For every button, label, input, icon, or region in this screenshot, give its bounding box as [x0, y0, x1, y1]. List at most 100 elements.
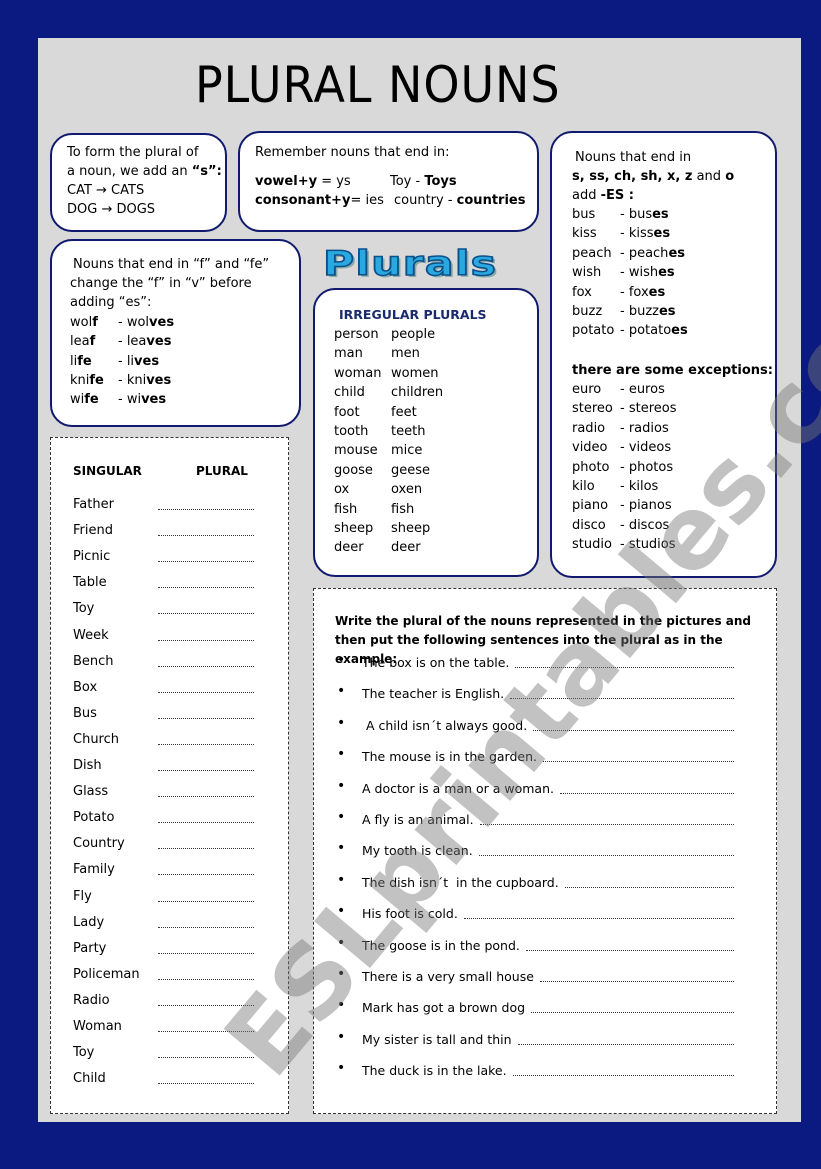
singular-word: Glass [73, 784, 109, 800]
singular-word: Week [73, 627, 109, 643]
answer-blank[interactable] [158, 603, 254, 615]
answer-blank[interactable] [540, 971, 734, 982]
answer-blank[interactable] [526, 940, 734, 951]
answer-blank[interactable] [565, 877, 734, 888]
singular-word: photo [572, 459, 610, 475]
answer-blank[interactable] [480, 814, 734, 825]
plural-word: fish [391, 501, 415, 517]
plural-word: sheep [391, 521, 431, 536]
bullet-icon: • [337, 903, 346, 920]
answer-blank[interactable] [158, 734, 254, 745]
text: = ies [350, 193, 384, 208]
answer-blank[interactable] [533, 720, 734, 731]
singular-word: goose [334, 462, 373, 478]
answer-blank[interactable] [515, 657, 734, 668]
answer-blank[interactable] [158, 682, 254, 693]
plural-word: women [391, 365, 439, 381]
singular-word: Party [73, 940, 107, 956]
answer-blank[interactable] [158, 917, 254, 928]
singular-word: bus [572, 207, 596, 222]
answer-blank[interactable] [158, 656, 254, 667]
plural-word: - studios [620, 537, 676, 553]
singular-word: Dish [73, 758, 102, 773]
answer-blank[interactable] [158, 708, 254, 719]
answer-blank[interactable] [560, 783, 734, 794]
plurals-logo: Plurals [322, 243, 498, 285]
singular-word: video [572, 440, 608, 456]
rule-text: Nouns that end in “f” and “fe” [73, 257, 270, 272]
sentence: The teacher is English. [362, 686, 505, 702]
text: a noun, we add an [67, 164, 192, 179]
answer-blank[interactable] [543, 751, 734, 762]
text: - fox [620, 284, 649, 300]
exercise1-box: SINGULAR PLURAL Father Friend Picnic Table T… [50, 437, 289, 1114]
bold-text: ves [146, 334, 172, 350]
answer-blank[interactable] [510, 688, 734, 699]
singular-word: Woman [73, 1019, 122, 1034]
answer-blank[interactable] [158, 525, 254, 537]
example: CAT → CATS [67, 183, 145, 198]
answer-blank[interactable] [158, 551, 254, 563]
sentence: His foot is cold. [362, 906, 458, 922]
singular-word: kiss [572, 226, 597, 242]
answer-blank[interactable] [479, 845, 734, 856]
plural-word: - foxes [620, 285, 665, 300]
answer-blank[interactable] [158, 499, 254, 510]
answer-blank[interactable] [158, 891, 254, 902]
bold-text: es [653, 226, 671, 242]
singular-word: Box [73, 679, 98, 695]
answer-blank[interactable] [158, 786, 254, 798]
answer-blank[interactable] [531, 1002, 734, 1013]
bold-text: fe [84, 392, 99, 408]
plural-word: children [391, 385, 444, 401]
rule-heading: Remember nouns that end in: [255, 145, 450, 160]
singular-word: disco [572, 517, 606, 533]
sentence: My tooth is clean. [362, 843, 473, 859]
irregular-heading: IRREGULAR PLURALS [339, 307, 487, 322]
answer-blank[interactable] [158, 812, 254, 824]
plural-word: - peaches [620, 246, 685, 261]
rule-y-box: Remember nouns that end in: vowel+y = ys… [238, 131, 539, 232]
text: - wi [118, 392, 142, 408]
answer-blank[interactable] [158, 577, 254, 589]
singular-word: Friend [73, 523, 113, 539]
plural-word: - euros [620, 382, 665, 397]
answer-blank[interactable] [158, 995, 254, 1006]
bullet-icon: • [337, 809, 346, 825]
singular-word: wish [572, 265, 602, 281]
text: - wish [620, 265, 659, 281]
answer-blank[interactable] [158, 1047, 254, 1059]
example: DOG → DOGS [67, 202, 156, 217]
bold-text: o [725, 169, 735, 184]
bullet-icon: • [337, 966, 346, 982]
answer-blank[interactable] [158, 1073, 254, 1085]
answer-blank[interactable] [518, 1034, 734, 1045]
text: - bus [620, 207, 653, 222]
answer-blank[interactable] [158, 1021, 254, 1032]
answer-blank[interactable] [158, 864, 254, 876]
answer-blank[interactable] [158, 943, 254, 954]
singular-word: piano [572, 498, 609, 514]
answer-blank[interactable] [158, 760, 254, 771]
answer-blank[interactable] [464, 908, 734, 919]
bold-text: ves [134, 353, 160, 369]
sentence: The box is on the table. [362, 655, 510, 670]
rule-text: change the “f” in “v” before [70, 276, 252, 291]
singular-word: Toy [73, 601, 95, 617]
singular-word: deer [334, 540, 364, 556]
answer-blank[interactable] [513, 1065, 734, 1076]
rule-text: adding “es”: [70, 295, 152, 310]
text: wi [70, 392, 85, 408]
answer-blank[interactable] [158, 838, 254, 850]
answer-blank[interactable] [158, 969, 254, 980]
bullet-icon: • [337, 777, 346, 794]
plural-word: teeth [391, 424, 426, 439]
page-title: PLURAL NOUNS [195, 56, 561, 114]
answer-blank[interactable] [158, 630, 254, 641]
bold-text: es [658, 304, 676, 319]
singular-word: Fly [73, 888, 92, 904]
singular-word: buzz [572, 304, 603, 319]
text: country - [394, 193, 457, 208]
plural-word: - potatoes [620, 323, 688, 338]
bullet-icon: • [337, 652, 346, 668]
